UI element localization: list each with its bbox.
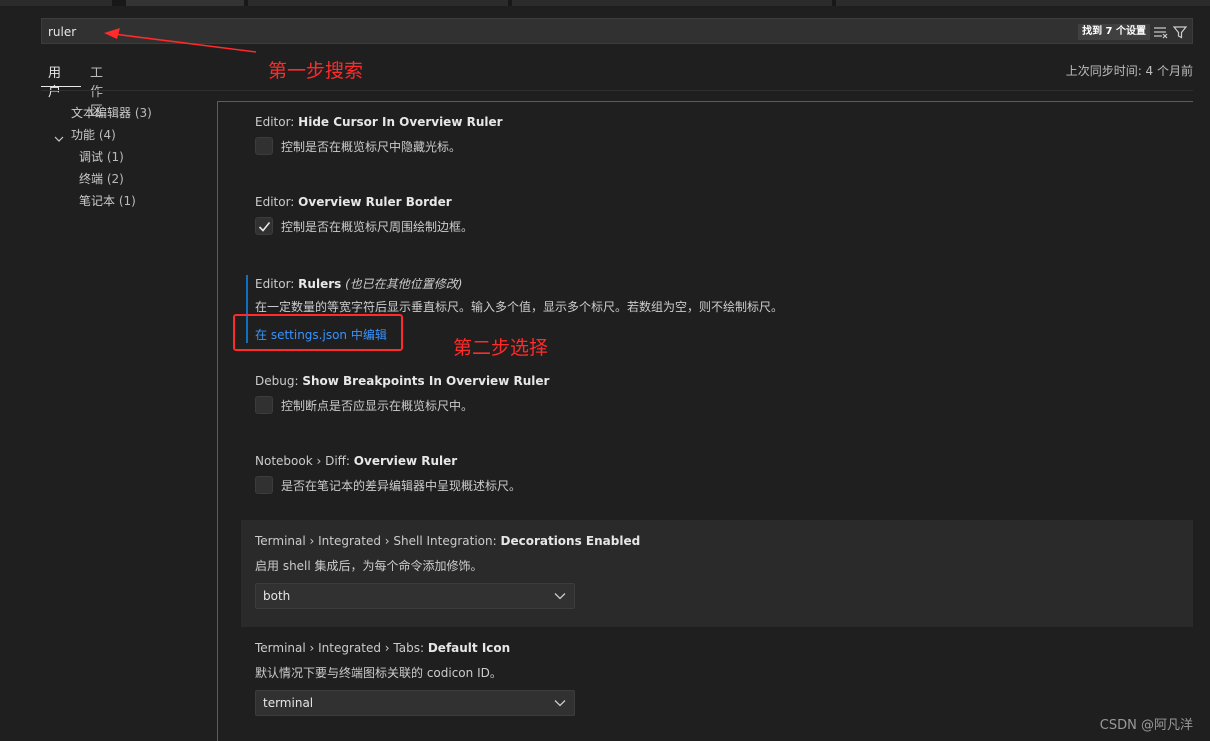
setting-description: 控制断点是否应显示在概览标尺中。	[281, 399, 474, 413]
default-icon-select[interactable]: terminal	[255, 690, 575, 716]
editor-tab[interactable]	[248, 0, 508, 6]
setting-name: Overview Ruler Border	[298, 195, 452, 209]
toc-item-features[interactable]: 功能 (4)	[71, 126, 116, 143]
toc-item-count: (1)	[118, 194, 136, 208]
setting-show-breakpoints-in-overview-ruler: Debug: Show Breakpoints In Overview Rule…	[255, 374, 549, 388]
setting-title: Terminal › Integrated › Shell Integratio…	[255, 534, 640, 548]
setting-category: Notebook › Diff:	[255, 454, 354, 468]
setting-description: 是否在笔记本的差异编辑器中呈现概述标尺。	[281, 479, 522, 493]
editor-tab-strip	[0, 0, 1210, 6]
setting-notebook-diff-overview-ruler: Notebook › Diff: Overview Ruler	[255, 454, 457, 468]
result-count-badge: 找到 7 个设置	[1078, 24, 1150, 40]
toc-item-count: (4)	[98, 128, 116, 142]
red-highlight-box	[233, 314, 403, 351]
setting-title: Editor: Hide Cursor In Overview Ruler	[255, 115, 503, 129]
step1-annotation: 第一步搜索	[268, 60, 364, 82]
chevron-down-icon	[554, 593, 566, 600]
setting-category: Terminal › Integrated › Tabs:	[255, 641, 428, 655]
setting-overview-ruler-border: Editor: Overview Ruler Border	[255, 195, 452, 209]
editor-tab[interactable]	[126, 0, 244, 6]
last-sync-label: 上次同步时间: 4 个月前	[1065, 64, 1193, 78]
setting-name: Overview Ruler	[353, 454, 458, 468]
toc-item-count: (1)	[106, 150, 124, 164]
setting-name: Default Icon	[427, 641, 511, 655]
setting-title: Notebook › Diff: Overview Ruler	[255, 454, 457, 468]
toc-item-count: (2)	[106, 172, 124, 186]
setting-description: 启用 shell 集成后，为每个命令添加修饰。	[255, 559, 483, 573]
tab-user[interactable]: 用户	[48, 62, 61, 100]
toc-item-text-editor[interactable]: 文本编辑器 (3)	[71, 104, 152, 121]
funnel-icon[interactable]	[1172, 24, 1188, 40]
editor-tab[interactable]	[512, 0, 832, 6]
list-filter-icon[interactable]	[1152, 24, 1168, 40]
setting-category: Debug:	[255, 374, 303, 388]
toc-item-label: 终端	[79, 172, 104, 186]
red-arrow-annotation	[104, 28, 257, 53]
setting-category: Editor:	[255, 115, 299, 129]
setting-tabs-default-icon: Terminal › Integrated › Tabs: Default Ic…	[255, 641, 510, 655]
setting-category: Editor:	[255, 277, 299, 291]
modified-elsewhere-note: (也已在其他位置修改)	[345, 277, 463, 291]
setting-category: Editor:	[255, 195, 299, 209]
step2-annotation: 第二步选择	[453, 337, 549, 359]
setting-name: Show Breakpoints In Overview Ruler	[302, 374, 550, 388]
setting-name: Hide Cursor In Overview Ruler	[298, 115, 503, 129]
setting-title: Debug: Show Breakpoints In Overview Rule…	[255, 374, 549, 388]
show-breakpoints-checkbox[interactable]	[255, 396, 273, 414]
toc-item-debug[interactable]: 调试 (1)	[79, 148, 124, 165]
checkmark-icon	[258, 221, 271, 232]
editor-tab[interactable]	[836, 0, 1210, 6]
toc-item-label: 文本编辑器	[71, 106, 132, 120]
setting-title: Terminal › Integrated › Tabs: Default Ic…	[255, 641, 510, 655]
chevron-down-icon[interactable]	[54, 134, 64, 144]
toc-item-count: (3)	[134, 106, 152, 120]
active-tab-indicator	[41, 86, 81, 87]
divider	[41, 90, 1193, 91]
watermark: CSDN @阿凡洋	[1099, 718, 1193, 733]
toc-item-label: 调试	[79, 150, 104, 164]
setting-description: 控制是否在概览标尺中隐藏光标。	[281, 140, 462, 154]
setting-title: Editor: Overview Ruler Border	[255, 195, 452, 209]
toc-item-terminal[interactable]: 终端 (2)	[79, 170, 124, 187]
toc-item-label: 功能	[71, 128, 96, 142]
setting-hide-cursor-in-overview-ruler: Editor: Hide Cursor In Overview Ruler	[255, 115, 503, 129]
toc-item-notebook[interactable]: 笔记本 (1)	[79, 192, 136, 209]
overview-ruler-border-checkbox[interactable]	[255, 217, 273, 235]
chevron-down-icon	[554, 700, 566, 707]
setting-name: Rulers	[298, 277, 342, 291]
hide-cursor-checkbox[interactable]	[255, 137, 273, 155]
setting-shell-integration-decorations: Terminal › Integrated › Shell Integratio…	[255, 534, 640, 548]
setting-description: 控制是否在概览标尺周围绘制边框。	[281, 220, 474, 234]
select-value: terminal	[263, 696, 314, 710]
setting-name: Decorations Enabled	[500, 534, 641, 548]
editor-tab[interactable]	[0, 0, 112, 6]
setting-title: Editor: Rulers (也已在其他位置修改)	[255, 275, 462, 292]
setting-description: 在一定数量的等宽字符后显示垂直标尺。输入多个值，显示多个标尺。若数组为空，则不绘…	[255, 300, 784, 314]
settings-list: Editor: Hide Cursor In Overview Ruler 控制…	[217, 101, 1193, 741]
setting-category: Terminal › Integrated › Shell Integratio…	[255, 534, 501, 548]
setting-description: 默认情况下要与终端图标关联的 codicon ID。	[255, 666, 502, 680]
decorations-enabled-select[interactable]: both	[255, 583, 575, 609]
toc-item-label: 笔记本	[79, 194, 116, 208]
setting-rulers: Editor: Rulers (也已在其他位置修改)	[255, 275, 462, 292]
notebook-overview-ruler-checkbox[interactable]	[255, 476, 273, 494]
select-value: both	[263, 589, 291, 603]
